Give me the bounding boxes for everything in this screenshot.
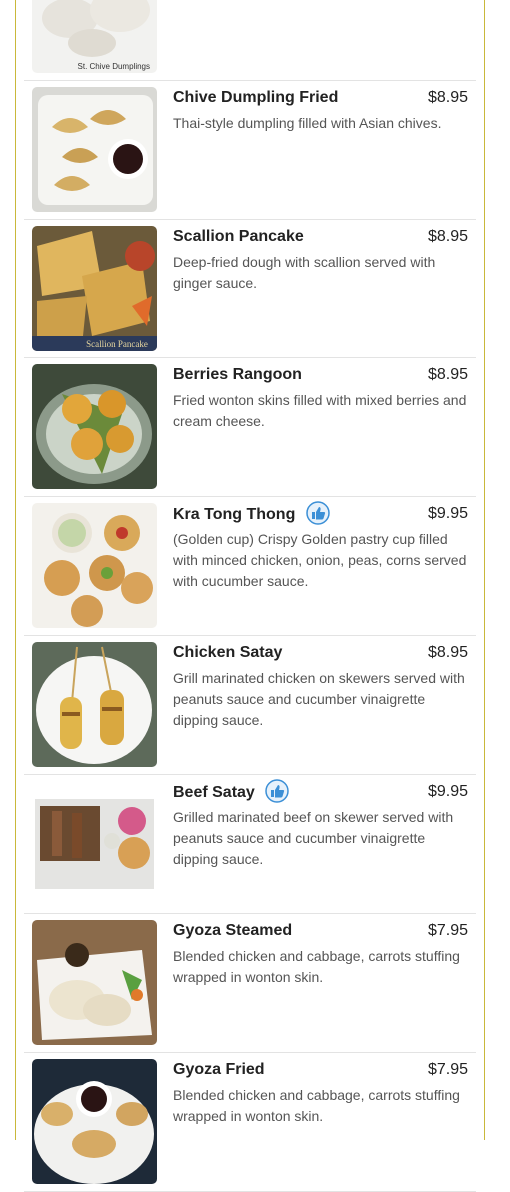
menu-item[interactable]: Gyoza Steamed $7.95 Blended chicken and …: [24, 914, 476, 1053]
menu-item[interactable]: Scallion Pancake Scallion Pancake $8.95 …: [24, 220, 476, 358]
dish-photo: [32, 87, 157, 212]
dish-photo: [32, 920, 157, 1045]
dish-description: Thai-style dumpling filled with Asian ch…: [173, 115, 442, 131]
dish-price: $8.95: [427, 228, 468, 245]
dish-name: Kra Tong Thong: [173, 501, 330, 525]
dish-description: (Golden cup) Crispy Golden pastry cup fi…: [173, 531, 467, 589]
dish-name-text: Beef Satay: [173, 784, 255, 802]
dish-photo: St. Chive Dumplings: [32, 0, 157, 73]
dish-name: Gyoza Steamed: [173, 922, 293, 939]
dish-name: Gyoza Fried: [173, 1061, 265, 1078]
dish-description: Blended chicken and cabbage, carrots stu…: [173, 948, 460, 985]
dish-photo: [32, 781, 157, 906]
menu-item[interactable]: Gyoza Fried $7.95 Blended chicken and ca…: [24, 1053, 476, 1192]
dish-description: Grill marinated chicken on skewers serve…: [173, 670, 465, 728]
menu-item[interactable]: Chicken Satay $8.95 Grill marinated chic…: [24, 636, 476, 775]
dish-photo: [32, 642, 157, 767]
dish-price: $8.95: [427, 644, 468, 661]
dish-name-text: Kra Tong Thong: [173, 506, 296, 524]
menu-item[interactable]: Beef Satay $9.95 Grilled marinated beef …: [24, 775, 476, 914]
dish-description: Deep-fried dough with scallion served wi…: [173, 254, 436, 291]
dish-description: Grilled marinated beef on skewer served …: [173, 809, 454, 867]
menu-list: St. Chive Dumplings Chive Dumpling Fried…: [24, 0, 476, 1192]
dish-photo-caption: Scallion Pancake: [86, 339, 148, 349]
menu-item[interactable]: Kra Tong Thong $9.95 (Golden cup) Crispy…: [24, 497, 476, 636]
dish-name: Chicken Satay: [173, 644, 283, 661]
dish-name: Berries Rangoon: [173, 366, 302, 383]
menu-item[interactable]: Chive Dumpling Fried $8.95 Thai-style du…: [24, 81, 476, 220]
dish-photo: [32, 364, 157, 489]
menu-item[interactable]: Berries Rangoon $8.95 Fried wonton skins…: [24, 358, 476, 497]
dish-photo: Scallion Pancake: [32, 226, 157, 351]
dish-price: $8.95: [427, 366, 468, 383]
dish-photo: [32, 1059, 157, 1184]
dish-photo-caption: St. Chive Dumplings: [78, 62, 150, 71]
thumbs-up-icon: [265, 779, 290, 803]
dish-name: Chive Dumpling Fried: [173, 89, 339, 106]
dish-name: Beef Satay: [173, 779, 290, 803]
dish-price: $9.95: [427, 505, 468, 522]
dish-photo: [32, 503, 157, 628]
dish-price: $9.95: [427, 783, 468, 800]
menu-item[interactable]: St. Chive Dumplings: [24, 0, 476, 81]
dish-price: $7.95: [427, 1061, 468, 1078]
dish-description: Fried wonton skins filled with mixed ber…: [173, 392, 467, 429]
dish-price: $7.95: [427, 922, 468, 939]
dish-name: Scallion Pancake: [173, 228, 304, 245]
thumbs-up-icon: [306, 501, 330, 525]
dish-price: $8.95: [427, 89, 468, 106]
